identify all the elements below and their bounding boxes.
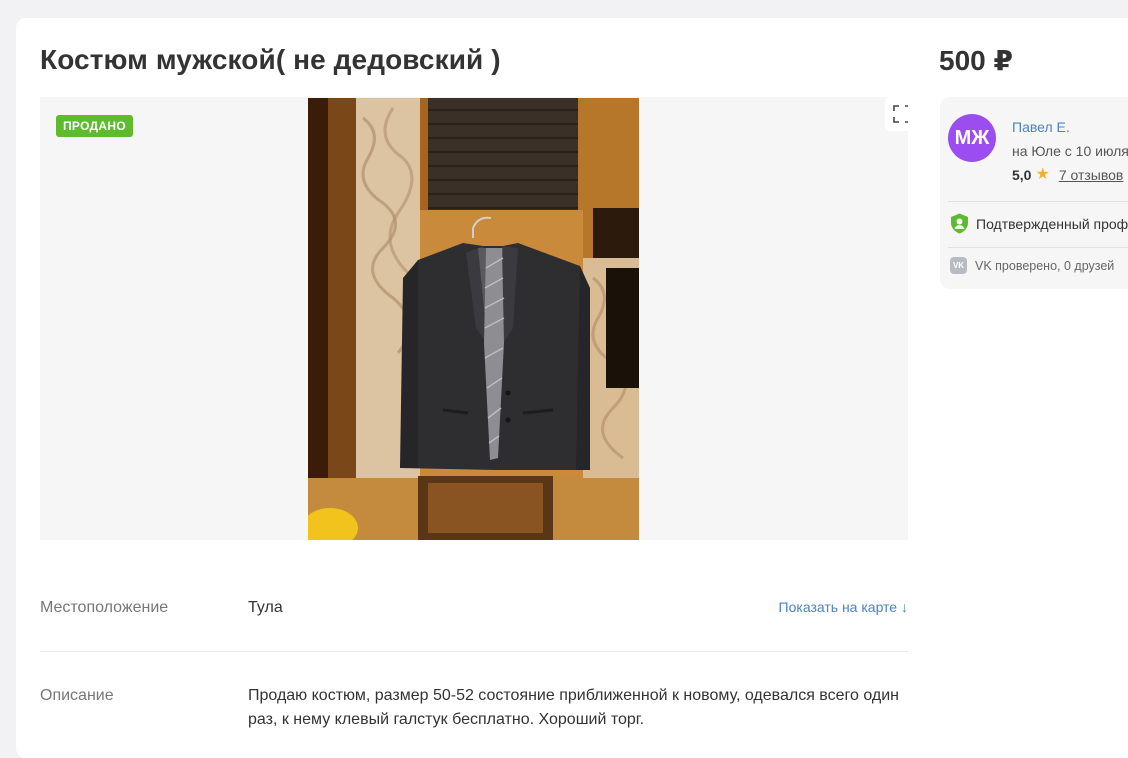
verified-profile: Подтвержденный профиль bbox=[950, 213, 1128, 234]
vk-icon: VK bbox=[950, 257, 967, 274]
sold-badge: ПРОДАНО bbox=[56, 115, 133, 137]
vk-status-text: VK проверено, 0 друзей bbox=[975, 258, 1115, 273]
listing-title: Костюм мужской( не дедовский ) bbox=[40, 44, 501, 75]
listing-photo[interactable] bbox=[308, 98, 639, 540]
vk-status: VK VK проверено, 0 друзей bbox=[950, 257, 1114, 274]
location-value: Тула bbox=[248, 599, 283, 616]
rating-row: 5,0 ★ 7 отзывов bbox=[1012, 166, 1124, 184]
verified-profile-text: Подтвержденный профиль bbox=[976, 215, 1128, 232]
expand-icon bbox=[893, 105, 908, 123]
location-label: Местоположение bbox=[40, 599, 169, 616]
description-label: Описание bbox=[40, 687, 114, 704]
show-on-map-link[interactable]: Показать на карте ↓ bbox=[779, 599, 908, 615]
star-icon: ★ bbox=[1035, 166, 1050, 183]
description-text: Продаю костюм, размер 50-52 состояние пр… bbox=[248, 687, 899, 728]
shield-check-icon bbox=[951, 213, 968, 234]
divider bbox=[948, 247, 1128, 248]
seller-name-link[interactable]: Павел Е. bbox=[1012, 119, 1070, 135]
listing-price: 500 ₽ bbox=[939, 45, 1013, 76]
expand-button[interactable] bbox=[885, 97, 908, 131]
seller-card: МЖ Павел Е. на Юле с 10 июля 5,0 ★ 7 отз… bbox=[940, 97, 1128, 289]
avatar[interactable]: МЖ bbox=[948, 114, 996, 162]
seller-since: на Юле с 10 июля bbox=[1012, 143, 1128, 159]
rating-value: 5,0 bbox=[1012, 167, 1032, 183]
divider bbox=[40, 651, 908, 652]
reviews-link[interactable]: 7 отзывов bbox=[1059, 167, 1124, 183]
divider bbox=[948, 201, 1128, 202]
photo-gallery[interactable]: ПРОДАНО bbox=[40, 97, 908, 540]
